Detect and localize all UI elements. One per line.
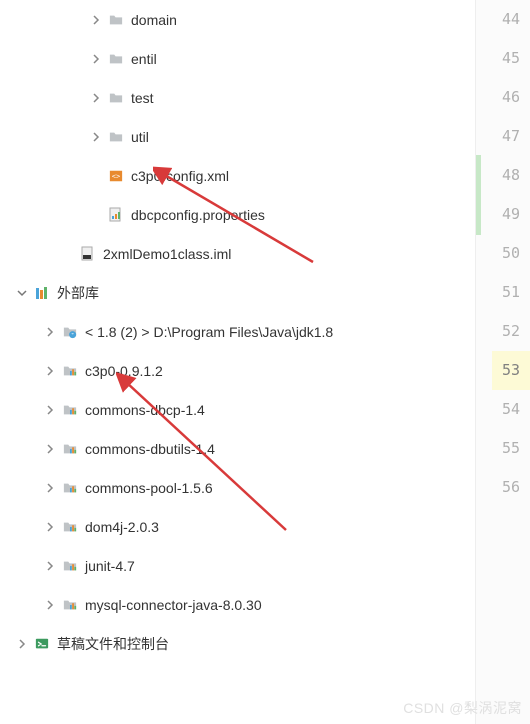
chevron-right-icon[interactable]	[88, 132, 104, 142]
tree-item-label: < 1.8 (2) > D:\Program Files\Java\jdk1.8	[85, 324, 333, 340]
tree-item-label: commons-pool-1.5.6	[85, 480, 213, 496]
chevron-right-icon[interactable]	[42, 522, 58, 532]
chevron-right-icon[interactable]	[88, 54, 104, 64]
jar-icon	[61, 401, 79, 419]
prop-icon	[107, 206, 125, 224]
line-number: 44	[492, 0, 530, 39]
tree-row[interactable]: commons-pool-1.5.6	[0, 468, 475, 507]
watermark: CSDN @梨涡泥窝	[403, 698, 522, 718]
tree-item-label: test	[131, 90, 154, 106]
tree-row[interactable]: dom4j-2.0.3	[0, 507, 475, 546]
tree-row[interactable]: domain	[0, 0, 475, 39]
jdk-icon	[61, 323, 79, 341]
line-number: 46	[492, 78, 530, 117]
line-number: 51	[492, 273, 530, 312]
chevron-right-icon[interactable]	[42, 444, 58, 454]
chevron-right-icon[interactable]	[88, 15, 104, 25]
jar-icon	[61, 479, 79, 497]
svg-text:<>: <>	[112, 172, 120, 180]
tree-item-label: commons-dbcp-1.4	[85, 402, 205, 418]
console-icon	[33, 635, 51, 653]
tree-item-label: c3p0-0.9.1.2	[85, 363, 163, 379]
tree-item-label: 外部库	[57, 283, 99, 303]
tree-item-label: domain	[131, 12, 177, 28]
tree-row[interactable]: test	[0, 78, 475, 117]
tree-item-label: dbcpconfig.properties	[131, 207, 265, 223]
line-number: 52	[492, 312, 530, 351]
change-marker	[476, 155, 481, 235]
tree-row[interactable]: junit-4.7	[0, 546, 475, 585]
line-number: 55	[492, 429, 530, 468]
tree-row[interactable]: util	[0, 117, 475, 156]
tree-row[interactable]: commons-dbutils-1.4	[0, 429, 475, 468]
jar-icon	[61, 440, 79, 458]
tree-row[interactable]: commons-dbcp-1.4	[0, 390, 475, 429]
folder-icon	[107, 11, 125, 29]
tree-item-label: mysql-connector-java-8.0.30	[85, 597, 262, 613]
folder-icon	[107, 89, 125, 107]
tree-row[interactable]: <> c3p0-config.xml	[0, 156, 475, 195]
chevron-right-icon[interactable]	[88, 93, 104, 103]
tree-row[interactable]: mysql-connector-java-8.0.30	[0, 585, 475, 624]
line-number: 49	[492, 195, 530, 234]
jar-icon	[61, 557, 79, 575]
jar-icon	[61, 596, 79, 614]
lib-icon	[33, 284, 51, 302]
tree-item-label: dom4j-2.0.3	[85, 519, 159, 535]
chevron-right-icon[interactable]	[42, 600, 58, 610]
line-number: 53	[492, 351, 530, 390]
project-tree-panel[interactable]: domain entil test util <> c3p0-config.xml dbcp…	[0, 0, 475, 724]
chevron-right-icon[interactable]	[42, 483, 58, 493]
tree-row[interactable]: 外部库	[0, 273, 475, 312]
tree-item-label: 2xmlDemo1class.iml	[103, 246, 231, 262]
tree-item-label: entil	[131, 51, 157, 67]
folder-icon	[107, 50, 125, 68]
editor-gutter: 44454647484950515253545556	[475, 0, 530, 724]
line-number: 50	[492, 234, 530, 273]
chevron-right-icon[interactable]	[42, 366, 58, 376]
tree-item-label: 草稿文件和控制台	[57, 634, 169, 654]
chevron-right-icon[interactable]	[42, 561, 58, 571]
tree-item-label: commons-dbutils-1.4	[85, 441, 215, 457]
jar-icon	[61, 362, 79, 380]
tree-row[interactable]: entil	[0, 39, 475, 78]
tree-item-label: c3p0-config.xml	[131, 168, 229, 184]
tree-row[interactable]: 2xmlDemo1class.iml	[0, 234, 475, 273]
xml-icon: <>	[107, 167, 125, 185]
line-number: 45	[492, 39, 530, 78]
tree-row[interactable]: dbcpconfig.properties	[0, 195, 475, 234]
tree-item-label: util	[131, 129, 149, 145]
tree-item-label: junit-4.7	[85, 558, 135, 574]
chevron-right-icon[interactable]	[42, 405, 58, 415]
line-number: 48	[492, 156, 530, 195]
line-number: 47	[492, 117, 530, 156]
chevron-down-icon[interactable]	[14, 288, 30, 298]
tree-row[interactable]: 草稿文件和控制台	[0, 624, 475, 663]
line-number: 56	[492, 468, 530, 507]
tree-row[interactable]: c3p0-0.9.1.2	[0, 351, 475, 390]
line-number: 54	[492, 390, 530, 429]
folder-icon	[107, 128, 125, 146]
chevron-right-icon[interactable]	[42, 327, 58, 337]
chevron-right-icon[interactable]	[14, 639, 30, 649]
iml-icon	[79, 245, 97, 263]
tree-row[interactable]: < 1.8 (2) > D:\Program Files\Java\jdk1.8	[0, 312, 475, 351]
jar-icon	[61, 518, 79, 536]
